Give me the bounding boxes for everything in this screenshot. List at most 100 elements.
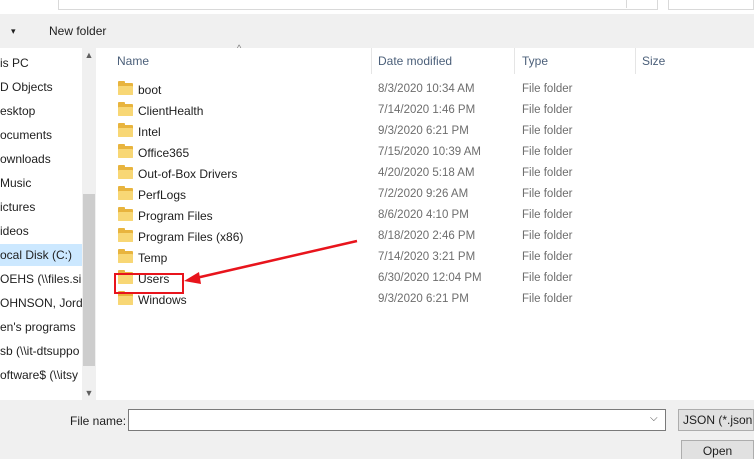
file-name: Intel (138, 125, 161, 139)
file-list: ^ Name Date modified Type Size boot 8/3/2… (96, 43, 754, 400)
table-row[interactable]: Users 6/30/2020 12:04 PM File folder (96, 268, 754, 289)
file-type: File folder (522, 125, 573, 137)
nav-item-label: is PC (0, 56, 29, 70)
nav-item[interactable]: D Objects (0, 76, 82, 98)
file-type: File folder (522, 167, 573, 179)
nav-scrollbar-thumb[interactable] (83, 194, 95, 366)
file-type-filter[interactable]: JSON (*.json;* (678, 409, 754, 431)
folder-icon (118, 249, 133, 263)
file-type: File folder (522, 293, 573, 305)
file-date: 9/3/2020 6:21 PM (378, 293, 469, 305)
file-name: Program Files (138, 209, 213, 223)
scroll-up-arrow-icon[interactable]: ▲ (83, 48, 95, 62)
column-header-type[interactable]: Type (522, 48, 548, 74)
folder-icon (118, 102, 133, 116)
nav-item-label: ictures (0, 200, 36, 214)
nav-item-label: OHNSON, Jorda (0, 296, 82, 310)
nav-item-label: ownloads (0, 152, 51, 166)
nav-item[interactable]: esktop (0, 100, 82, 122)
file-date: 4/20/2020 5:18 AM (378, 167, 475, 179)
nav-item-label: esktop (0, 104, 36, 118)
file-type: File folder (522, 83, 573, 95)
nav-item[interactable]: OHNSON, Jorda (0, 292, 82, 314)
highlight-box (114, 273, 184, 294)
folder-icon (118, 207, 133, 221)
table-row[interactable]: Intel 9/3/2020 6:21 PM File folder (96, 121, 754, 142)
new-folder-button[interactable]: New folder (49, 24, 106, 38)
nav-item[interactable]: oftware$ (\\itsy (0, 364, 82, 386)
nav-item-label: sb (\\it-dtsuppo (0, 344, 80, 358)
table-row[interactable]: PerfLogs 7/2/2020 9:26 AM File folder (96, 184, 754, 205)
file-type: File folder (522, 104, 573, 116)
nav-item-label: ocal Disk (C:) (0, 248, 73, 262)
file-name: Windows (138, 293, 187, 307)
folder-icon (118, 123, 133, 137)
table-row[interactable]: Program Files (x86) 8/18/2020 2:46 PM File… (96, 226, 754, 247)
nav-item[interactable]: ictures (0, 196, 82, 218)
nav-item-label: oftware$ (\\itsy (0, 368, 79, 382)
address-strip (0, 0, 754, 14)
file-name: Office365 (138, 146, 190, 160)
file-name: Program Files (x86) (138, 230, 244, 244)
file-date: 7/2/2020 9:26 AM (378, 188, 469, 200)
column-header-date[interactable]: Date modified (378, 48, 452, 74)
table-row[interactable]: Out-of-Box Drivers 4/20/2020 5:18 AM File … (96, 163, 754, 184)
file-date: 7/14/2020 1:46 PM (378, 104, 476, 116)
refresh-button[interactable] (626, 0, 658, 8)
dialog-footer: File name: ⌵ JSON (*.json;* Open (0, 400, 754, 459)
file-type: File folder (522, 230, 573, 242)
column-divider[interactable] (371, 48, 372, 74)
file-type: File folder (522, 146, 573, 158)
nav-item[interactable]: OEHS (\\files.si (0, 268, 82, 290)
nav-item-label: Music (0, 176, 32, 190)
nav-item[interactable]: is PC (0, 52, 82, 74)
file-type: File folder (522, 272, 573, 284)
organize-dropdown-icon[interactable]: ▾ (11, 26, 16, 37)
column-header-name[interactable]: Name (117, 48, 149, 74)
file-date: 8/6/2020 4:10 PM (378, 209, 469, 221)
table-row[interactable]: ClientHealth 7/14/2020 1:46 PM File folder (96, 100, 754, 121)
file-type: File folder (522, 251, 573, 263)
table-row[interactable]: Office365 7/15/2020 10:39 AM File folder (96, 142, 754, 163)
file-name: PerfLogs (138, 188, 187, 202)
nav-item[interactable]: ocuments (0, 124, 82, 146)
table-row[interactable]: Temp 7/14/2020 3:21 PM File folder (96, 247, 754, 268)
nav-item-label: D Objects (0, 80, 53, 94)
sort-ascending-icon: ^ (237, 43, 242, 53)
folder-icon (118, 186, 133, 200)
file-name-label: File name: (70, 414, 127, 428)
table-row[interactable]: Windows 9/3/2020 6:21 PM File folder (96, 289, 754, 310)
nav-item[interactable]: Music (0, 172, 82, 194)
nav-item-label: ocuments (0, 128, 53, 142)
file-name: Temp (138, 251, 168, 265)
file-date: 6/30/2020 12:04 PM (378, 272, 482, 284)
nav-item[interactable]: ideos (0, 220, 82, 242)
file-name-input[interactable] (128, 409, 666, 431)
nav-item[interactable]: en's programs (0, 316, 82, 338)
nav-item[interactable]: ownloads (0, 148, 82, 170)
nav-item-label: en's programs (0, 320, 76, 334)
nav-item[interactable]: ocal Disk (C:) (0, 244, 82, 266)
file-date: 7/15/2020 10:39 AM (378, 146, 481, 158)
file-type: File folder (522, 188, 573, 200)
column-divider[interactable] (514, 48, 515, 74)
table-row[interactable]: Program Files 8/6/2020 4:10 PM File folder (96, 205, 754, 226)
file-name: Out-of-Box Drivers (138, 167, 238, 181)
open-button[interactable]: Open (681, 440, 754, 459)
address-bar[interactable] (58, 0, 658, 10)
file-date: 7/14/2020 3:21 PM (378, 251, 476, 263)
folder-icon (118, 81, 133, 95)
folder-icon (118, 144, 133, 158)
table-row[interactable]: boot 8/3/2020 10:34 AM File folder (96, 79, 754, 100)
scroll-down-arrow-icon[interactable]: ▼ (83, 386, 95, 400)
toolbar: ▾ New folder (0, 14, 754, 48)
file-date: 8/3/2020 10:34 AM (378, 83, 475, 95)
column-header-size[interactable]: Size (642, 48, 665, 74)
search-box[interactable] (668, 0, 754, 10)
file-name: boot (138, 83, 162, 97)
nav-item-label: OEHS (\\files.si (0, 272, 82, 286)
column-divider[interactable] (635, 48, 636, 74)
file-type: File folder (522, 209, 573, 221)
file-name: ClientHealth (138, 104, 204, 118)
nav-item[interactable]: sb (\\it-dtsuppo (0, 340, 82, 362)
